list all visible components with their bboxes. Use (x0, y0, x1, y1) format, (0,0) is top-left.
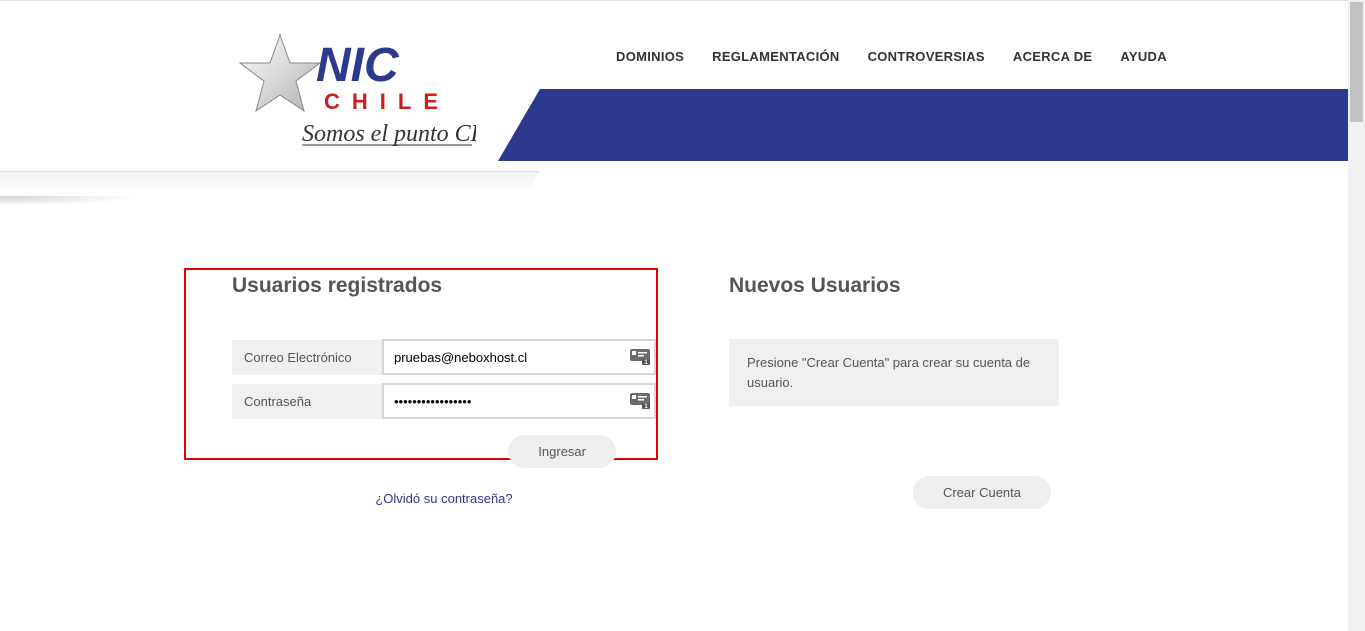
brand-logo[interactable]: NIC CHILE Somos el punto CL (238, 23, 476, 163)
brand-name-bottom: CHILE (324, 89, 450, 114)
password-row: Contraseña 1 (232, 383, 656, 419)
signup-panel: Nuevos Usuarios Presione "Crear Cuenta" … (729, 274, 1059, 509)
nav-item-ayuda[interactable]: AYUDA (1120, 49, 1167, 64)
page-header: NIC CHILE Somos el punto CL DOMINIOS REG… (0, 0, 1348, 200)
main-content: Usuarios registrados Correo Electrónico … (0, 200, 1348, 270)
scrollbar-thumb[interactable] (1350, 2, 1363, 122)
password-input-wrap: 1 (382, 383, 656, 419)
password-label: Contraseña (232, 384, 382, 419)
signup-info: Presione "Crear Cuenta" para crear su cu… (729, 339, 1059, 406)
email-row: Correo Electrónico 1 (232, 339, 656, 375)
brand-name-top: NIC (316, 39, 400, 92)
divider (729, 310, 1059, 311)
divider (232, 310, 656, 311)
brand-tagline: Somos el punto CL (302, 121, 476, 147)
scrollbar-track[interactable] (1348, 0, 1365, 631)
signup-title: Nuevos Usuarios (729, 274, 1059, 298)
header-band (540, 89, 1348, 161)
password-input[interactable] (384, 385, 624, 417)
saved-credential-icon[interactable]: 1 (630, 393, 650, 409)
nav-item-acerca-de[interactable]: ACERCA DE (1013, 49, 1093, 64)
login-title: Usuarios registrados (232, 274, 656, 298)
nav-item-dominios[interactable]: DOMINIOS (616, 49, 684, 64)
nav-item-controversias[interactable]: CONTROVERSIAS (868, 49, 985, 64)
email-label: Correo Electrónico (232, 340, 382, 375)
signup-button-row: Crear Cuenta (729, 476, 1059, 509)
nav-item-reglamentacion[interactable]: REGLAMENTACIÓN (712, 49, 839, 64)
main-nav: DOMINIOS REGLAMENTACIÓN CONTROVERSIAS AC… (616, 49, 1167, 64)
login-panel: Usuarios registrados Correo Electrónico … (232, 274, 656, 508)
forgot-password-link[interactable]: ¿Olvidó su contraseña? (375, 491, 512, 506)
create-account-button[interactable]: Crear Cuenta (913, 476, 1051, 509)
forgot-row: ¿Olvidó su contraseña? (232, 490, 656, 508)
email-input[interactable] (384, 341, 624, 373)
email-input-wrap: 1 (382, 339, 656, 375)
login-button-row: Ingresar (232, 435, 656, 468)
saved-credential-icon[interactable]: 1 (630, 349, 650, 365)
login-button[interactable]: Ingresar (508, 435, 616, 468)
